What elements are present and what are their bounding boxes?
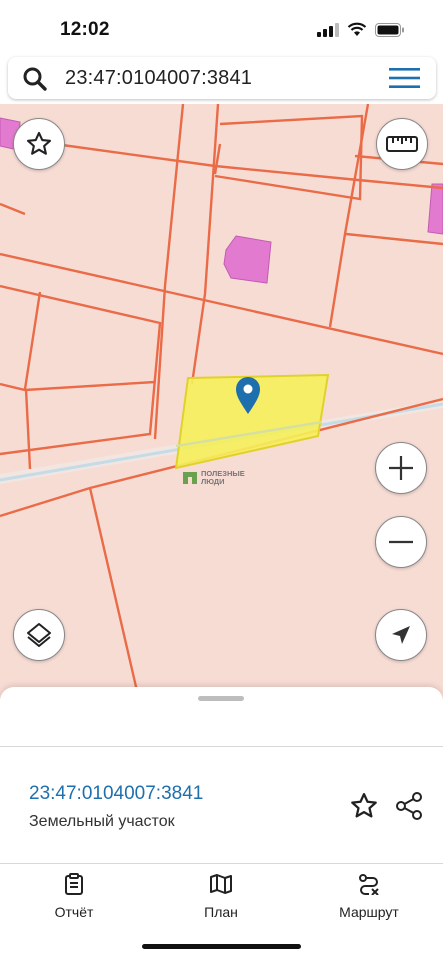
divider [0, 746, 443, 747]
bottom-tab-bar: Отчёт План Маршрут [0, 863, 443, 920]
cadastral-number-link[interactable]: 23:47:0104007:3841 [29, 783, 203, 805]
favorite-map-button[interactable] [13, 118, 65, 170]
star-icon [26, 131, 52, 155]
tab-label: План [204, 904, 238, 920]
clipboard-icon [65, 873, 83, 895]
status-bar: 12:02 [0, 0, 443, 56]
zoom-in-button[interactable] [375, 442, 427, 494]
star-icon[interactable] [349, 791, 379, 821]
map-icon [210, 874, 232, 894]
watermark-logo-icon [183, 472, 197, 484]
map-view[interactable]: ПОЛЕЗНЫЕ ЛЮДИ [0, 104, 443, 704]
watermark: ПОЛЕЗНЫЕ ЛЮДИ [183, 470, 245, 486]
sheet-drag-handle[interactable] [198, 696, 244, 701]
search-input[interactable]: 23:47:0104007:3841 [65, 67, 252, 90]
share-icon[interactable] [394, 791, 424, 821]
tab-label: Отчёт [54, 904, 94, 920]
battery-icon [375, 22, 404, 37]
minus-icon [389, 540, 413, 544]
status-icons [317, 22, 405, 37]
bottom-sheet: 23:47:0104007:3841 Земельный участок Отч… [0, 687, 443, 960]
layers-icon [27, 623, 51, 647]
home-indicator [142, 944, 301, 949]
tab-route[interactable]: Маршрут [314, 873, 424, 920]
ruler-icon [386, 136, 418, 152]
cadastral-map [0, 104, 443, 704]
status-time: 12:02 [60, 19, 110, 40]
building [223, 235, 272, 284]
search-icon[interactable] [22, 66, 48, 92]
building [427, 183, 443, 235]
wifi-icon [347, 22, 367, 36]
navigation-arrow-icon [392, 626, 410, 644]
layers-button[interactable] [13, 609, 65, 661]
watermark-text: ЛЮДИ [201, 477, 225, 486]
zoom-out-button[interactable] [375, 516, 427, 568]
object-type-label: Земельный участок [29, 813, 175, 830]
plus-icon [389, 456, 413, 480]
tab-plan[interactable]: План [166, 873, 276, 920]
menu-icon[interactable] [389, 68, 420, 88]
locate-button[interactable] [375, 609, 427, 661]
route-icon [359, 874, 379, 896]
signal-icon [317, 22, 339, 37]
ruler-button[interactable] [376, 118, 428, 170]
tab-report[interactable]: Отчёт [19, 873, 129, 920]
search-bar[interactable]: 23:47:0104007:3841 [8, 57, 436, 99]
tab-label: Маршрут [339, 904, 399, 920]
